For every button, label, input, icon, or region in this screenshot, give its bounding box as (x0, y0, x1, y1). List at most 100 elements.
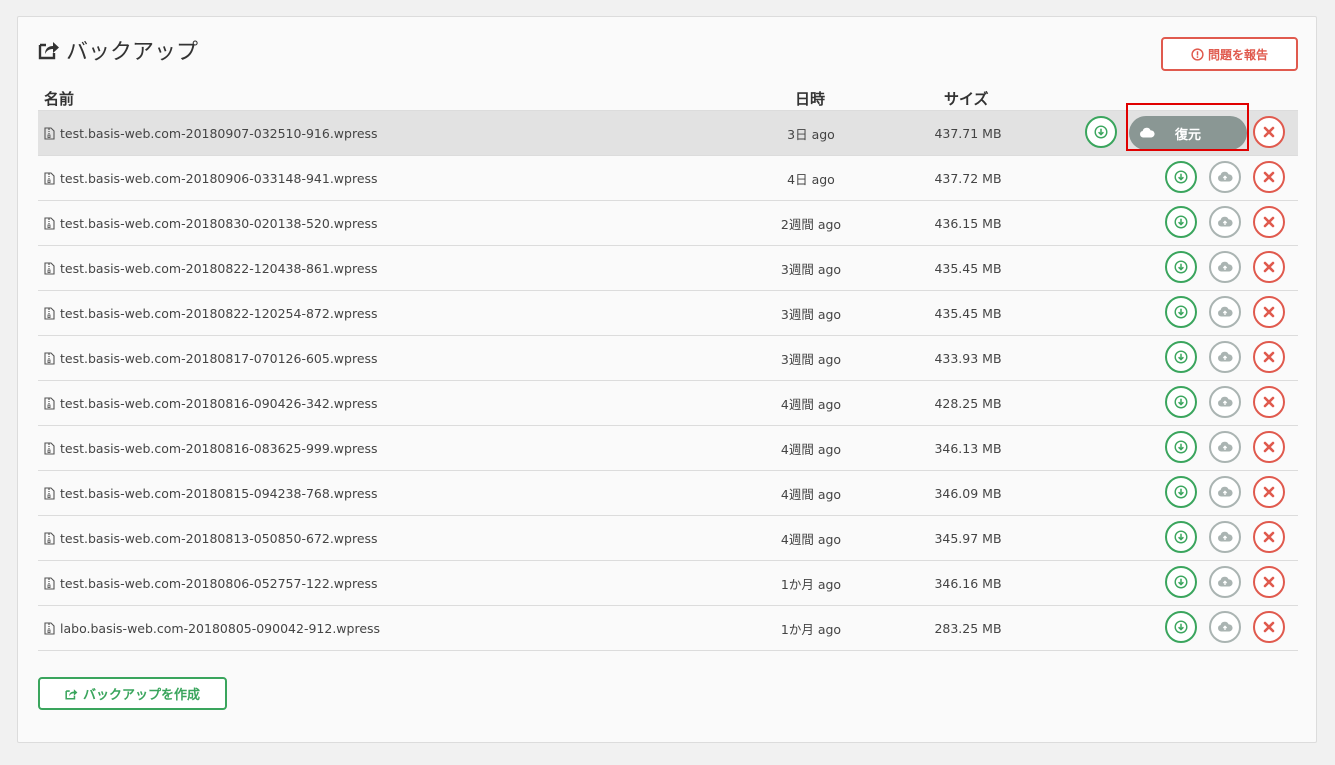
table-row: test.basis-web.com-20180906-033148-941.w… (38, 156, 1298, 201)
download-icon (1174, 350, 1188, 364)
download-button[interactable] (1165, 386, 1197, 418)
delete-button[interactable] (1253, 386, 1285, 418)
file-archive-icon (44, 171, 55, 185)
restore-button[interactable] (1209, 206, 1241, 238)
backup-date: 2週間 ago (780, 216, 842, 232)
file-archive-icon (44, 576, 55, 590)
backup-size: 345.97 MB (934, 530, 1002, 546)
close-icon (1263, 486, 1275, 498)
restore-button[interactable] (1209, 386, 1241, 418)
close-icon (1263, 351, 1275, 363)
download-icon (1174, 440, 1188, 454)
file-archive-icon (44, 126, 55, 140)
backup-date: 1か月 ago (780, 621, 842, 637)
file-archive-icon (44, 261, 55, 275)
close-icon (1263, 171, 1275, 183)
backup-size: 435.45 MB (934, 305, 1002, 321)
report-issue-button[interactable]: 問題を報告 (1161, 37, 1298, 71)
backup-date: 3週間 ago (780, 306, 842, 322)
close-icon (1263, 441, 1275, 453)
cloud-upload-icon (1218, 261, 1233, 272)
download-icon (1174, 620, 1188, 634)
delete-button[interactable] (1253, 566, 1285, 598)
delete-button[interactable] (1253, 431, 1285, 463)
cloud-upload-icon (1218, 531, 1233, 542)
file-name-text: test.basis-web.com-20180817-070126-605.w… (60, 350, 378, 366)
close-icon (1263, 396, 1275, 408)
delete-button[interactable] (1253, 161, 1285, 193)
download-button[interactable] (1165, 206, 1197, 238)
backups-panel: バックアップ 問題を報告 名前 日時 サイズ test.basis-web.co… (17, 16, 1317, 743)
download-icon (1174, 215, 1188, 229)
delete-button[interactable] (1253, 206, 1285, 238)
cloud-upload-icon (1218, 216, 1233, 227)
file-name-text: test.basis-web.com-20180813-050850-672.w… (60, 530, 378, 546)
download-icon (1174, 260, 1188, 274)
backup-date: 4日 ago (787, 171, 835, 187)
download-button[interactable] (1165, 161, 1197, 193)
close-icon (1263, 126, 1275, 138)
delete-button[interactable] (1253, 521, 1285, 553)
file-archive-icon (44, 621, 55, 635)
file-archive-icon (44, 351, 55, 365)
restore-button[interactable] (1209, 521, 1241, 553)
delete-button[interactable] (1253, 251, 1285, 283)
download-button[interactable] (1165, 566, 1197, 598)
restore-button[interactable] (1209, 341, 1241, 373)
download-icon (1174, 170, 1188, 184)
create-backup-button[interactable]: バックアップを作成 (38, 677, 227, 710)
file-name-text: test.basis-web.com-20180816-083625-999.w… (60, 440, 378, 456)
restore-button[interactable]: 復元 (1129, 116, 1247, 150)
download-icon (1174, 305, 1188, 319)
column-date-header: 日時 (795, 90, 826, 108)
close-icon (1263, 531, 1275, 543)
download-icon (1174, 530, 1188, 544)
file-name-text: test.basis-web.com-20180906-033148-941.w… (60, 170, 378, 186)
backup-date: 3日 ago (787, 126, 835, 142)
backup-date: 3週間 ago (780, 351, 842, 367)
download-icon (1174, 395, 1188, 409)
file-name-text: test.basis-web.com-20180806-052757-122.w… (60, 575, 378, 591)
restore-button[interactable] (1209, 611, 1241, 643)
backup-file-name: test.basis-web.com-20180906-033148-941.w… (44, 156, 378, 200)
file-archive-icon (44, 216, 55, 230)
cloud-upload-icon (1218, 621, 1233, 632)
file-name-text: test.basis-web.com-20180907-032510-916.w… (60, 125, 378, 141)
backup-size: 437.72 MB (934, 170, 1002, 186)
backup-file-name: test.basis-web.com-20180822-120438-861.w… (44, 246, 378, 290)
delete-button[interactable] (1253, 341, 1285, 373)
download-button[interactable] (1085, 116, 1117, 148)
restore-button[interactable] (1209, 566, 1241, 598)
restore-button[interactable] (1209, 296, 1241, 328)
download-button[interactable] (1165, 521, 1197, 553)
delete-button[interactable] (1253, 476, 1285, 508)
table-row: test.basis-web.com-20180822-120254-872.w… (38, 291, 1298, 336)
table-row: labo.basis-web.com-20180805-090042-912.w… (38, 606, 1298, 651)
restore-button[interactable] (1209, 251, 1241, 283)
delete-button[interactable] (1253, 296, 1285, 328)
restore-button[interactable] (1209, 431, 1241, 463)
table-row: test.basis-web.com-20180816-090426-342.w… (38, 381, 1298, 426)
backup-size: 433.93 MB (934, 350, 1002, 366)
backup-date: 4週間 ago (780, 441, 842, 457)
backup-file-name: test.basis-web.com-20180806-052757-122.w… (44, 561, 378, 605)
download-button[interactable] (1165, 341, 1197, 373)
delete-button[interactable] (1253, 611, 1285, 643)
table-row: test.basis-web.com-20180815-094238-768.w… (38, 471, 1298, 516)
table-row: test.basis-web.com-20180817-070126-605.w… (38, 336, 1298, 381)
download-button[interactable] (1165, 611, 1197, 643)
download-button[interactable] (1165, 251, 1197, 283)
backup-file-name: test.basis-web.com-20180907-032510-916.w… (44, 111, 378, 155)
restore-button[interactable] (1209, 161, 1241, 193)
table-row: test.basis-web.com-20180830-020138-520.w… (38, 201, 1298, 246)
file-name-text: test.basis-web.com-20180815-094238-768.w… (60, 485, 378, 501)
restore-button[interactable] (1209, 476, 1241, 508)
download-button[interactable] (1165, 476, 1197, 508)
download-button[interactable] (1165, 296, 1197, 328)
table-row: test.basis-web.com-20180907-032510-916.w… (38, 103, 1298, 156)
download-icon (1174, 575, 1188, 589)
delete-button[interactable] (1253, 116, 1285, 148)
report-issue-label: 問題を報告 (1207, 47, 1268, 62)
download-button[interactable] (1165, 431, 1197, 463)
close-icon (1263, 621, 1275, 633)
